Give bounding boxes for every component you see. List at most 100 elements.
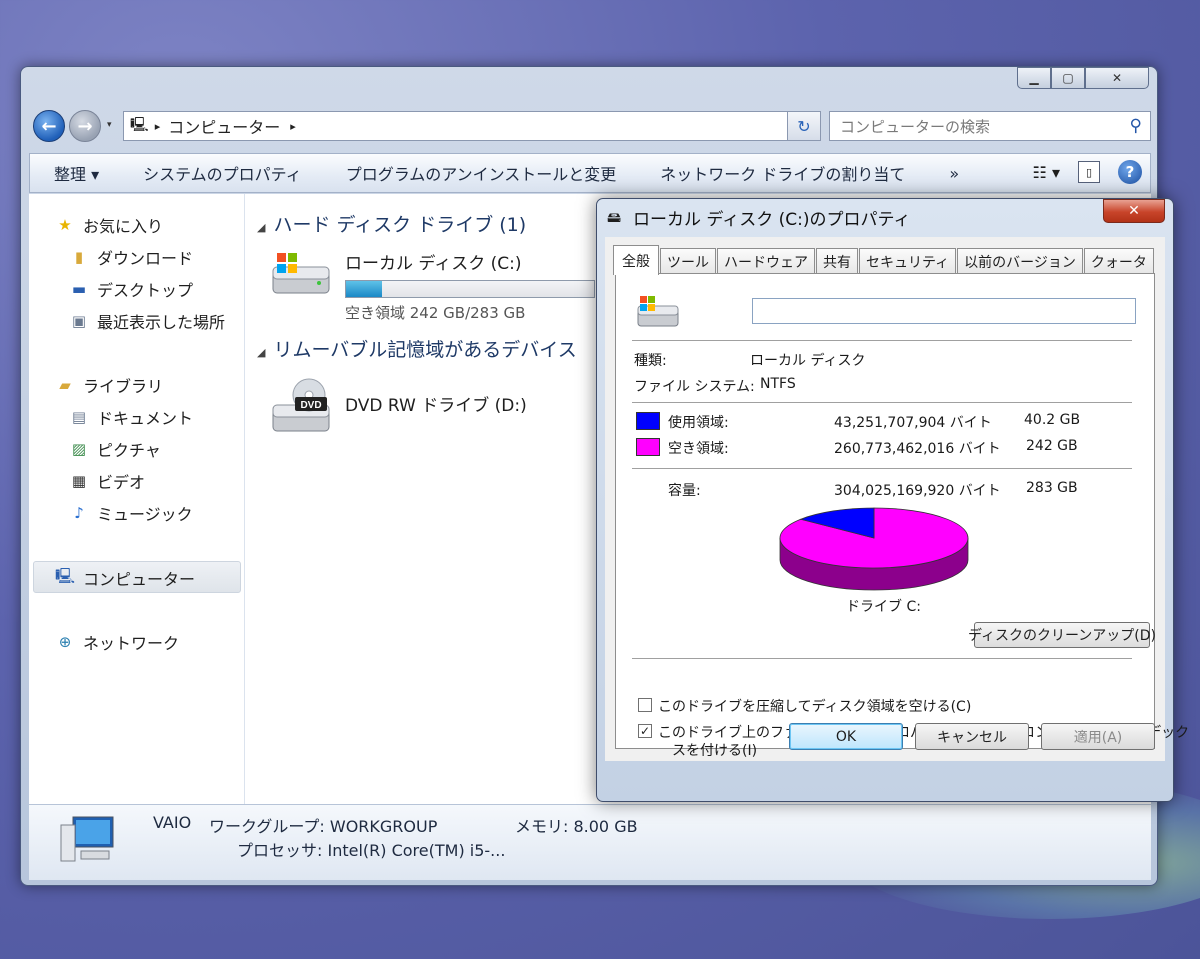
collapse-arrow-icon[interactable]: ◢ xyxy=(257,221,265,234)
drive-c-usage-bar xyxy=(345,280,595,298)
address-bar[interactable]: 🖳 ▸ コンピューター ▸ ▼ xyxy=(123,111,813,141)
free-space-label: 空き領域: xyxy=(668,441,729,457)
search-icon[interactable]: ⚲ xyxy=(1130,116,1142,136)
change-view-icon[interactable]: ☷ ▾ xyxy=(1033,163,1060,182)
compress-drive-label[interactable]: このドライブを圧縮してディスク領域を空ける(C) xyxy=(658,696,971,716)
drive-c[interactable]: ローカル ディスク (C:) 空き領域 242 GB/283 GB xyxy=(269,249,595,323)
sidebar-item-label: ミュージック xyxy=(97,505,193,524)
sidebar-item-downloads[interactable]: ▮ ダウンロード xyxy=(69,245,193,269)
sidebar-item-network[interactable]: ⊕ ネットワーク xyxy=(55,630,179,654)
computer-name: VAIO xyxy=(153,813,192,832)
divider xyxy=(632,468,1132,469)
dialog-close-button[interactable]: ✕ xyxy=(1103,199,1165,223)
free-space-bytes: 260,773,462,016 バイト xyxy=(834,441,1001,457)
maximize-button[interactable]: ▢ xyxy=(1051,67,1085,89)
group-removable-label: リムーバブル記憶域があるデバイス xyxy=(273,339,577,361)
general-tab-panel: 種類: ローカル ディスク ファイル システム: NTFS 使用領域: 43,2… xyxy=(615,273,1189,759)
navigation-bar: ← → ▾ 🖳 ▸ コンピューター ▸ ▼ ↻ コンピューターの検索 ⚲ xyxy=(29,107,1151,147)
workgroup-info: ワークグループ: WORKGROUP xyxy=(209,817,438,836)
apply-button[interactable]: 適用(A) xyxy=(1041,723,1155,750)
uninstall-program-button[interactable]: プログラムのアンインストールと変更 xyxy=(324,161,639,185)
drive-d[interactable]: DVD DVD RW ドライブ (D:) xyxy=(269,377,527,437)
computer-icon: 🖳 xyxy=(130,117,149,133)
preview-pane-icon[interactable]: ▯ xyxy=(1078,161,1100,183)
address-separator-1[interactable]: ▸ xyxy=(155,120,161,133)
type-value: ローカル ディスク xyxy=(750,353,866,369)
collapse-arrow-icon[interactable]: ◢ xyxy=(257,346,265,359)
sidebar-libraries-label: ライブラリ xyxy=(83,377,164,396)
index-contents-checkbox[interactable]: ✓ xyxy=(638,724,652,738)
tab-previous-versions[interactable]: 以前のバージョン xyxy=(957,248,1083,274)
organize-button[interactable]: 整理 ▾ xyxy=(30,161,121,185)
sidebar-item-label: ビデオ xyxy=(97,473,146,492)
capacity-label: 容量: xyxy=(668,483,701,499)
sidebar-item-label: ダウンロード xyxy=(97,249,194,268)
tab-hardware[interactable]: ハードウェア xyxy=(717,248,815,274)
compress-drive-checkbox[interactable] xyxy=(638,698,652,712)
group-header-removable[interactable]: ◢ リムーバブル記憶域があるデバイス xyxy=(257,335,577,362)
sidebar-item-music[interactable]: ♪ ミュージック xyxy=(69,501,193,525)
filesystem-value: NTFS xyxy=(760,376,796,392)
system-properties-button[interactable]: システムのプロパティ xyxy=(121,161,324,185)
documents-icon: ▤ xyxy=(71,408,87,426)
star-icon: ★ xyxy=(58,216,72,234)
sidebar-libraries[interactable]: ▰ ライブラリ xyxy=(55,373,163,397)
sidebar-item-videos[interactable]: ▦ ビデオ xyxy=(69,469,145,493)
capacity-bytes: 304,025,169,920 バイト xyxy=(834,483,1001,499)
ok-button[interactable]: OK xyxy=(789,723,903,750)
tab-sharing[interactable]: 共有 xyxy=(816,248,858,274)
forward-button[interactable]: → xyxy=(69,110,101,142)
sidebar-favorites[interactable]: ★ お気に入り xyxy=(55,213,163,237)
divider xyxy=(632,658,1132,659)
network-icon: ⊕ xyxy=(58,633,72,651)
drive-label-input[interactable] xyxy=(752,298,1136,324)
hard-drive-icon xyxy=(272,253,330,294)
videos-icon: ▦ xyxy=(71,472,87,490)
recent-pages-dropdown[interactable]: ▾ xyxy=(107,120,112,130)
used-space-swatch xyxy=(636,412,660,430)
tab-quota[interactable]: クォータ xyxy=(1083,248,1154,274)
window-caption-buttons: ▁ ▢ ✕ xyxy=(1017,67,1149,89)
index-contents-label-line2[interactable]: スを付ける(I) xyxy=(672,740,757,760)
back-button[interactable]: ← xyxy=(33,110,65,142)
tab-strip: 全般 ツール ハードウェア 共有 セキュリティ 以前のバージョン クォータ xyxy=(613,245,1155,275)
sidebar-item-pictures[interactable]: ▨ ピクチャ xyxy=(69,437,161,461)
minimize-button[interactable]: ▁ xyxy=(1017,67,1051,89)
cancel-button[interactable]: キャンセル xyxy=(915,723,1029,750)
capacity-size: 283 GB xyxy=(1026,480,1078,496)
tab-security[interactable]: セキュリティ xyxy=(859,248,957,274)
sidebar-item-computer[interactable]: 🖳 コンピューター xyxy=(55,566,195,590)
refresh-icon[interactable]: ↻ xyxy=(787,111,821,141)
disk-cleanup-button[interactable]: ディスクのクリーンアップ(D) xyxy=(968,622,1156,648)
address-location[interactable]: コンピューター xyxy=(168,114,280,138)
map-network-drive-button[interactable]: ネットワーク ドライブの割り当て xyxy=(638,161,927,185)
address-separator-2[interactable]: ▸ xyxy=(290,120,296,133)
memory-info: メモリ: 8.00 GB xyxy=(515,817,638,836)
close-button[interactable]: ✕ xyxy=(1085,67,1149,89)
search-input[interactable]: コンピューターの検索 ⚲ xyxy=(829,111,1151,141)
dialog-body: 全般 ツール ハードウェア 共有 セキュリティ 以前のバージョン クォータ 種類… xyxy=(605,237,1189,761)
dvd-badge: DVD xyxy=(300,400,321,411)
help-icon[interactable]: ? xyxy=(1118,160,1142,184)
sidebar-item-desktop[interactable]: ▬ デスクトップ xyxy=(69,277,193,301)
search-placeholder: コンピューターの検索 xyxy=(840,117,991,136)
tab-tools[interactable]: ツール xyxy=(660,248,716,274)
dvd-drive-icon: DVD xyxy=(272,378,330,432)
drive-title-icon: 🖴 xyxy=(607,210,622,226)
tab-general[interactable]: 全般 xyxy=(613,245,659,275)
details-pane: VAIO ワークグループ: WORKGROUP メモリ: 8.00 GB プロセ… xyxy=(29,804,1151,880)
drive-icon xyxy=(637,296,679,327)
more-commands-button[interactable]: » xyxy=(927,164,981,183)
drive-c-name: ローカル ディスク (C:) xyxy=(345,254,522,274)
drive-d-name: DVD RW ドライブ (D:) xyxy=(345,396,527,416)
used-space-size: 40.2 GB xyxy=(1024,412,1081,428)
sidebar-item-label: ピクチャ xyxy=(97,441,161,460)
sidebar-item-label: ネットワーク xyxy=(83,634,180,653)
drive-letter-label: ドライブ C: xyxy=(846,599,921,615)
sidebar-favorites-label: お気に入り xyxy=(83,217,164,236)
sidebar-item-label: ドキュメント xyxy=(97,409,194,428)
divider xyxy=(632,340,1132,341)
group-header-hard-disks[interactable]: ◢ ハード ディスク ドライブ (1) xyxy=(257,210,526,237)
sidebar-item-documents[interactable]: ▤ ドキュメント xyxy=(69,405,193,429)
sidebar-item-recent-places[interactable]: ▣ 最近表示した場所 xyxy=(69,309,225,333)
